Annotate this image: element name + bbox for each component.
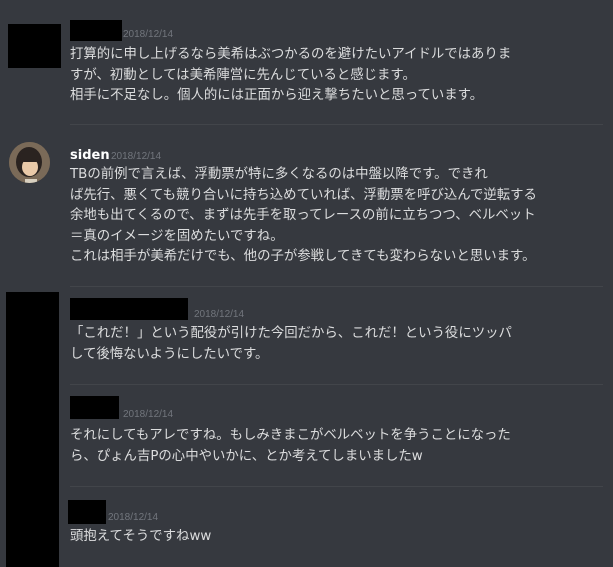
message-timestamp: 2018/12/14 [123,409,174,420]
username-redacted[interactable] [70,396,119,419]
message-timestamp: 2018/12/14 [194,309,245,320]
message-text: 頭抱えてそうですねww [70,529,212,544]
username-redacted[interactable] [68,500,106,524]
message-text: 「これだ！」という配役が引けた今回だから、これだ！という役にツッパ して後悔ない… [70,326,512,362]
message-text: それにしてもアレですね。もしみきまこがベルベットを争うことになった ら、ぴょん吉… [70,428,511,464]
message-text: 打算的に申し上げるなら美希はぶつかるのを避けたいアイドルではありま すが、初動と… [70,47,512,103]
message-divider [70,384,603,385]
message-divider [70,124,603,125]
username-redacted[interactable] [70,298,188,320]
avatar[interactable] [9,142,50,183]
username-redacted[interactable] [70,20,122,41]
message-timestamp: 2018/12/14 [123,29,174,40]
redacted-block [6,292,59,567]
message-timestamp: 2018/12/14 [108,512,159,523]
avatar-image [9,142,50,183]
message-timestamp: 2018/12/14 [111,151,162,162]
avatar[interactable] [8,24,61,68]
message-text: TBの前例で言えば、浮動票が特に多くなるのは中盤以降です。できれ ば先行、悪くて… [70,167,537,264]
message-divider [70,486,603,487]
username[interactable]: siden [70,148,110,163]
message-divider [70,286,603,287]
